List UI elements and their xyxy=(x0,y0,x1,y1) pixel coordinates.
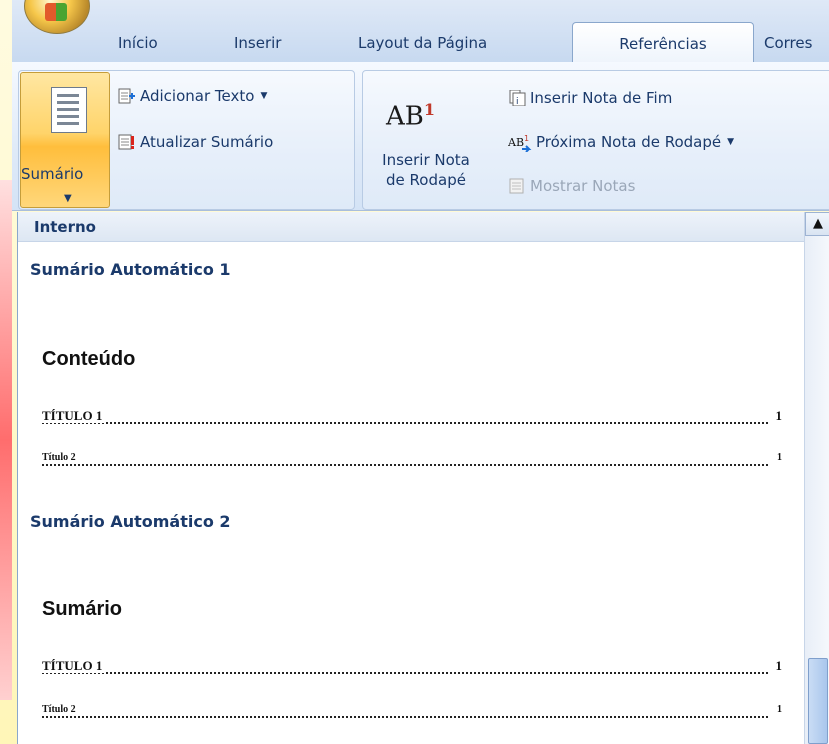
toc-line: TÍTULO 11 xyxy=(42,408,782,424)
sumario-button[interactable]: Sumário ▼ xyxy=(20,72,110,208)
svg-text:i: i xyxy=(516,97,519,106)
ribbon-tab-row: Início Inserir Layout da Página Referênc… xyxy=(12,0,829,64)
sumario-label: Sumário xyxy=(21,165,84,183)
table-of-contents-icon xyxy=(51,87,87,133)
adicionar-texto-button[interactable]: Adicionar Texto ▼ xyxy=(118,82,267,110)
gallery-item-sumario-automatico-2[interactable]: Sumário TÍTULO 11 Título 21 xyxy=(34,548,790,744)
proxima-nota-de-rodape-button[interactable]: AB 1 Próxima Nota de Rodapé ▼ xyxy=(507,128,735,156)
svg-text:1: 1 xyxy=(524,134,529,143)
gallery-item-title: Sumário Automático 2 xyxy=(30,512,231,531)
footnote-number: 1 xyxy=(423,100,436,119)
mostrar-notas-button[interactable]: Mostrar Notas xyxy=(508,172,635,200)
ab-glyph: AB xyxy=(386,101,424,132)
atualizar-sumario-label: Atualizar Sumário xyxy=(140,133,274,151)
scroll-up-arrow-icon[interactable]: ▲ xyxy=(805,212,829,236)
tab-inicio[interactable]: Início xyxy=(108,24,168,62)
toc-line: Título 21 xyxy=(42,704,782,722)
add-text-icon xyxy=(118,88,136,104)
atualizar-sumario-button[interactable]: Atualizar Sumário xyxy=(118,128,273,156)
tab-layout-da-pagina[interactable]: Layout da Página xyxy=(348,24,497,62)
gallery-item-sumario-automatico-1[interactable]: Conteúdo TÍTULO 11 Título 21 xyxy=(34,296,790,490)
preview-title: Sumário xyxy=(42,598,123,620)
tab-inserir[interactable]: Inserir xyxy=(224,24,291,62)
inserir-nota-label-2: de Rodapé xyxy=(386,171,466,189)
adicionar-texto-label: Adicionar Texto xyxy=(140,87,255,105)
tab-referencias[interactable]: Referências xyxy=(572,22,754,64)
chevron-down-icon: ▼ xyxy=(260,91,268,101)
proxima-nota-label: Próxima Nota de Rodapé xyxy=(536,133,722,151)
update-table-icon xyxy=(118,134,136,150)
tab-correspondencias[interactable]: Corres xyxy=(754,24,822,62)
show-notes-icon xyxy=(508,178,526,194)
sumario-gallery: Interno Sumário Automático 1 Conteúdo TÍ… xyxy=(17,212,829,744)
next-footnote-icon: AB 1 xyxy=(507,134,532,153)
office-button-icon[interactable] xyxy=(24,0,90,34)
insert-endnote-icon: i xyxy=(508,89,526,107)
svg-text:AB: AB xyxy=(508,136,524,149)
mostrar-notas-label: Mostrar Notas xyxy=(530,177,636,195)
gallery-scrollbar[interactable]: ▲ xyxy=(804,212,829,744)
inserir-nota-rodape-icon: AB1 xyxy=(386,100,435,132)
ribbon: Sumário ▼ Adicionar Texto ▼ Atualizar Su… xyxy=(12,62,829,211)
chevron-down-icon: ▼ xyxy=(64,193,72,204)
inserir-nota-de-fim-button[interactable]: i Inserir Nota de Fim xyxy=(508,84,672,112)
toc-line: Título 21 xyxy=(42,452,782,470)
preview-title: Conteúdo xyxy=(42,348,136,370)
inserir-nota-rodape-button[interactable]: Inserir Nota de Rodapé xyxy=(376,150,476,190)
background-red-strip xyxy=(0,180,12,700)
chevron-down-icon: ▼ xyxy=(727,137,735,147)
inserir-nota-de-fim-label: Inserir Nota de Fim xyxy=(530,89,673,107)
inserir-nota-label-1: Inserir Nota xyxy=(382,151,470,169)
scroll-thumb[interactable] xyxy=(808,658,828,744)
gallery-header: Interno xyxy=(18,212,804,242)
gallery-item-title: Sumário Automático 1 xyxy=(30,260,231,279)
toc-line: TÍTULO 11 xyxy=(42,658,782,674)
